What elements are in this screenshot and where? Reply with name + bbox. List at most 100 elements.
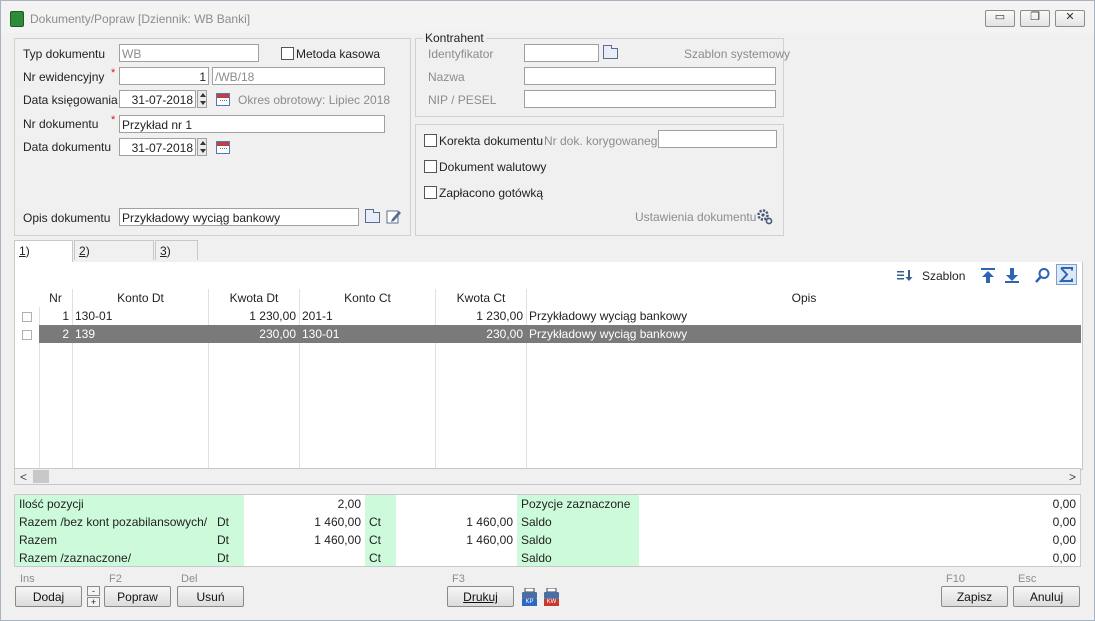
- data-dokumentu-spinner[interactable]: [197, 138, 207, 156]
- tab-vat[interactable]: 3) VAT: [155, 240, 198, 278]
- usun-button[interactable]: Usuń: [177, 586, 244, 607]
- cell-konto-ct: 201-1: [302, 309, 333, 323]
- column-header-kwota-ct[interactable]: Kwota Ct: [436, 289, 527, 307]
- nr-dok-korygowanego-field[interactable]: [658, 130, 777, 148]
- calendar-icon[interactable]: [216, 93, 230, 106]
- scrollbar-thumb[interactable]: [33, 470, 49, 483]
- cell-opis: Przykładowy wyciąg bankowy: [529, 309, 688, 323]
- move-top-icon[interactable]: [980, 267, 996, 284]
- summary-ct-marker: Ct: [369, 515, 381, 529]
- calendar-icon[interactable]: [216, 141, 230, 154]
- okres-obrotowy-text: Okres obrotowy: Lipiec 2018: [238, 93, 391, 107]
- popraw-button[interactable]: Popraw: [104, 586, 171, 607]
- korekta-dokumentu-label: Korekta dokumentu: [439, 134, 544, 148]
- nr-ewidencyjny-number-field[interactable]: 1: [119, 67, 209, 85]
- move-down-icon[interactable]: [1004, 267, 1020, 284]
- summary-dt-value: [244, 549, 365, 567]
- horizontal-scrollbar[interactable]: < >: [14, 468, 1081, 485]
- szablon-button[interactable]: Szablon: [922, 269, 965, 283]
- metoda-kasowa-label: Metoda kasowa: [296, 47, 381, 61]
- row-select-checkbox[interactable]: [22, 312, 32, 322]
- close-button[interactable]: ✕: [1055, 10, 1085, 27]
- nip-pesel-field[interactable]: [524, 90, 776, 108]
- summary-dt-marker: [213, 495, 244, 513]
- positions-grid: Nr Konto Dt Kwota Dt Konto Ct Kwota Ct O…: [14, 289, 1083, 470]
- table-row-selected[interactable]: 2 139 230,00 130-01 230,00 Przykładowy w…: [39, 325, 1081, 343]
- summary-table: Ilość pozycji 2,00 Pozycje zaznaczone 0,…: [14, 494, 1081, 567]
- data-ksiegowania-spinner[interactable]: [197, 90, 207, 108]
- nazwa-label: Nazwa: [428, 70, 465, 84]
- ustawienia-dokumentu-label[interactable]: Ustawienia dokumentu: [635, 210, 756, 224]
- print-kp-button[interactable]: KP: [521, 587, 538, 606]
- cell-konto-ct: 130-01: [302, 327, 340, 341]
- data-dokumentu-field[interactable]: 31-07-2018: [119, 138, 196, 156]
- identyfikator-label: Identyfikator: [428, 47, 494, 61]
- kontrahent-group-label: Kontrahent: [423, 31, 486, 45]
- typ-dokumentu-field[interactable]: WB: [119, 44, 259, 62]
- shortcut-ins: Ins: [20, 573, 35, 585]
- summary-dt-value: 1 460,00: [314, 515, 361, 529]
- column-header-konto-ct[interactable]: Konto Ct: [300, 289, 436, 307]
- opis-dokumentu-field[interactable]: Przykładowy wyciąg bankowy: [119, 208, 359, 226]
- data-ksiegowania-field[interactable]: 31-07-2018: [119, 90, 196, 108]
- shortcut-f3: F3: [452, 573, 465, 585]
- nr-dokumentu-field[interactable]: Przykład nr 1: [119, 115, 385, 133]
- summary-ct-value: [396, 549, 517, 567]
- summary-row-label: Razem: [19, 533, 58, 547]
- template-list-icon[interactable]: [897, 269, 913, 281]
- scroll-right-icon[interactable]: >: [1069, 470, 1076, 484]
- summary-ct-value: 1 460,00: [466, 515, 513, 529]
- tab-pozycje[interactable]: 1) Pozycje: [14, 240, 73, 278]
- expand-button[interactable]: +: [87, 597, 100, 607]
- sigma-icon: [1058, 267, 1073, 282]
- anuluj-button[interactable]: Anuluj: [1013, 586, 1080, 607]
- column-header-konto-dt[interactable]: Konto Dt: [73, 289, 209, 307]
- collapse-button[interactable]: -: [87, 586, 100, 596]
- sum-toggle-button[interactable]: [1056, 264, 1077, 285]
- summary-ct-marker: Ct: [369, 533, 381, 547]
- print-kw-button[interactable]: KW: [543, 587, 560, 606]
- minimize-button[interactable]: ▭: [985, 10, 1015, 27]
- drukuj-button[interactable]: Drukuj: [447, 586, 514, 607]
- edit-pencil-icon[interactable]: [386, 208, 402, 224]
- table-row[interactable]: 1 130-01 1 230,00 201-1 1 230,00 Przykła…: [39, 307, 1081, 325]
- zaplacono-gotowka-checkbox[interactable]: [424, 186, 437, 199]
- nr-ewidencyjny-suffix-field[interactable]: /WB/18: [212, 67, 385, 85]
- tab-rozrachunki[interactable]: 2) Rozrachunki: [74, 240, 154, 278]
- nip-pesel-label: NIP / PESEL: [428, 93, 497, 107]
- search-icon[interactable]: [1034, 267, 1051, 284]
- szablon-systemowy-text: Szablon systemowy: [684, 47, 791, 61]
- scroll-left-icon[interactable]: <: [20, 470, 27, 484]
- row-select-checkbox[interactable]: [22, 330, 32, 340]
- nazwa-field[interactable]: [524, 67, 776, 85]
- column-header-kwota-dt[interactable]: Kwota Dt: [209, 289, 300, 307]
- drukuj-label: Drukuj: [463, 590, 498, 604]
- identyfikator-field[interactable]: [524, 44, 599, 62]
- cell-opis: Przykładowy wyciąg bankowy: [529, 327, 688, 341]
- summary-row-label: Razem /bez kont pozabilansowych/: [19, 515, 208, 529]
- restore-button[interactable]: ❐: [1020, 10, 1050, 27]
- folder-icon[interactable]: [365, 209, 380, 223]
- korekta-dokumentu-checkbox[interactable]: [424, 134, 437, 147]
- summary-dt-value: 1 460,00: [314, 533, 361, 547]
- dodaj-button[interactable]: Dodaj: [15, 586, 82, 607]
- folder-icon[interactable]: [603, 45, 618, 59]
- cell-nr: 1: [62, 309, 69, 323]
- dokument-walutowy-checkbox[interactable]: [424, 160, 437, 173]
- summary-ct-marker: [365, 495, 396, 513]
- close-icon: ✕: [1065, 11, 1075, 23]
- tab-vat-key: 3: [160, 244, 167, 258]
- tab-pozycje-key: 1: [19, 244, 26, 258]
- gear-icon[interactable]: [755, 207, 773, 225]
- window-title: Dokumenty/Popraw [Dziennik: WB Banki]: [30, 12, 251, 26]
- metoda-kasowa-checkbox[interactable]: [281, 47, 294, 60]
- summary-right-value: 0,00: [1052, 551, 1076, 565]
- summary-ct-marker: Ct: [369, 551, 381, 565]
- summary-dt-marker: Dt: [217, 551, 229, 565]
- summary-right-label: Pozycje zaznaczone: [521, 497, 631, 511]
- column-header-nr[interactable]: Nr: [39, 289, 73, 307]
- cell-kwota-ct: 230,00: [486, 327, 523, 341]
- cell-kwota-dt: 1 230,00: [249, 309, 296, 323]
- column-header-opis[interactable]: Opis: [527, 289, 1081, 307]
- zapisz-button[interactable]: Zapisz: [941, 586, 1008, 607]
